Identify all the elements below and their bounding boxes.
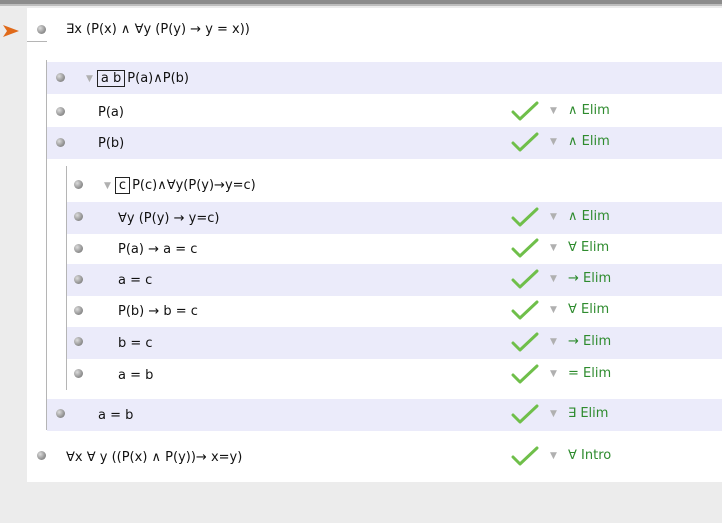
check-mark-icon <box>511 269 539 289</box>
step-formula[interactable]: a = b <box>118 368 153 384</box>
step-bullet-icon[interactable] <box>74 180 83 189</box>
step-bullet-icon[interactable] <box>74 306 83 315</box>
step-formula[interactable]: a = c <box>118 273 152 289</box>
rule-label[interactable]: ∧ Elim <box>568 209 610 225</box>
check-mark-icon <box>511 207 539 227</box>
window-top-border-inner <box>0 4 722 6</box>
check-mark-icon <box>511 300 539 320</box>
rule-label[interactable]: ∧ Elim <box>568 103 610 119</box>
step-bullet-icon[interactable] <box>74 244 83 253</box>
boxed-constants-a: a b <box>96 70 126 87</box>
step-bullet-icon[interactable] <box>74 337 83 346</box>
rule-label[interactable]: ∃ Elim <box>568 406 608 422</box>
subproof-c-header[interactable]: ▼ c P(c)∧∀y(P(y)→y=c) <box>104 177 256 194</box>
step-bullet-icon[interactable] <box>56 107 65 116</box>
rule-label[interactable]: = Elim <box>568 366 611 382</box>
check-mark-icon <box>511 132 539 152</box>
subproof-a-bar <box>46 60 47 430</box>
step-formula[interactable]: ∀y (P(y) → y=c) <box>118 211 219 227</box>
rule-dropdown-icon[interactable]: ▼ <box>550 134 557 150</box>
rule-dropdown-icon[interactable]: ▼ <box>550 103 557 119</box>
step-bullet-icon[interactable] <box>37 451 46 460</box>
rule-dropdown-icon[interactable]: ▼ <box>550 334 557 350</box>
check-mark-icon <box>511 238 539 258</box>
rule-label[interactable]: ∀ Elim <box>568 240 609 256</box>
rule-dropdown-icon[interactable]: ▼ <box>550 366 557 382</box>
rule-label[interactable]: ∀ Intro <box>568 448 611 464</box>
step-row <box>47 127 722 159</box>
conclusion-formula[interactable]: ∀x ∀ y ((P(x) ∧ P(y))→ x=y) <box>66 450 242 466</box>
check-mark-icon <box>511 446 539 466</box>
step-bullet-icon[interactable] <box>56 409 65 418</box>
subproof-a-assumption: P(a)∧P(b) <box>127 71 189 86</box>
rule-label[interactable]: ∀ Elim <box>568 302 609 318</box>
rule-dropdown-icon[interactable]: ▼ <box>550 302 557 318</box>
step-bullet-icon[interactable] <box>37 25 46 34</box>
rule-label[interactable]: ∧ Elim <box>568 134 610 150</box>
collapse-triangle-icon[interactable]: ▼ <box>104 178 111 194</box>
step-bullet-icon[interactable] <box>74 275 83 284</box>
rule-dropdown-icon[interactable]: ▼ <box>550 271 557 287</box>
rule-dropdown-icon[interactable]: ▼ <box>550 209 557 225</box>
check-mark-icon <box>511 332 539 352</box>
boxed-constants-c: c <box>114 177 131 194</box>
collapse-triangle-icon[interactable]: ▼ <box>86 71 93 87</box>
step-formula[interactable]: a = b <box>98 408 133 424</box>
premise-underline <box>27 41 47 42</box>
check-mark-icon <box>511 404 539 424</box>
step-formula[interactable]: P(a) → a = c <box>118 242 197 258</box>
step-row <box>67 264 722 296</box>
step-bullet-icon[interactable] <box>56 73 65 82</box>
premise-formula[interactable]: ∃x (P(x) ∧ ∀y (P(y) → y = x)) <box>66 22 250 38</box>
rule-label[interactable]: → Elim <box>568 271 611 287</box>
check-mark-icon <box>511 364 539 384</box>
rule-dropdown-icon[interactable]: ▼ <box>550 406 557 422</box>
step-formula[interactable]: b = c <box>118 336 153 352</box>
step-formula[interactable]: P(b) <box>98 136 124 152</box>
step-formula[interactable]: P(b) → b = c <box>118 304 198 320</box>
subproof-a-header[interactable]: ▼ a b P(a)∧P(b) <box>86 70 189 87</box>
step-bullet-icon[interactable] <box>56 138 65 147</box>
rule-dropdown-icon[interactable]: ▼ <box>550 240 557 256</box>
rule-dropdown-icon[interactable]: ▼ <box>550 448 557 464</box>
step-bullet-icon[interactable] <box>74 212 83 221</box>
step-row <box>47 399 722 431</box>
check-mark-icon <box>511 101 539 121</box>
subproof-c-assumption: P(c)∧∀y(P(y)→y=c) <box>132 178 256 193</box>
rule-label[interactable]: → Elim <box>568 334 611 350</box>
focus-arrow-icon[interactable] <box>2 24 20 38</box>
step-row <box>67 327 722 359</box>
step-formula[interactable]: P(a) <box>98 105 124 121</box>
step-bullet-icon[interactable] <box>74 369 83 378</box>
